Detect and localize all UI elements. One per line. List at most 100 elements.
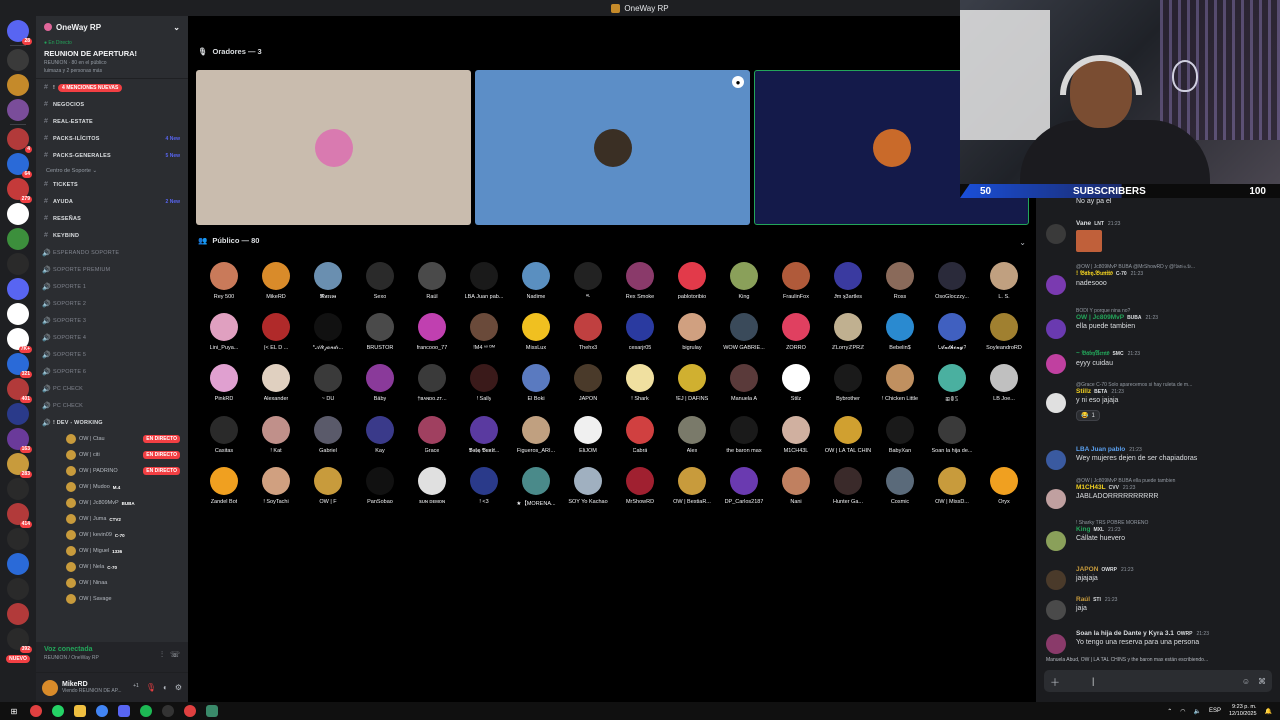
- audience-member[interactable]: OW | F: [302, 467, 354, 507]
- avatar[interactable]: [1046, 489, 1066, 509]
- chrome-icon[interactable]: [96, 705, 108, 717]
- audience-member[interactable]: †ʙᴀɴᴅᴏ.ᴢᴛ...: [406, 364, 458, 404]
- server-icon-5[interactable]: 64: [7, 153, 32, 178]
- noise-suppression-icon[interactable]: ⫶: [161, 650, 163, 660]
- add-attachment-icon[interactable]: ＋: [1050, 674, 1060, 689]
- discord-icon[interactable]: [118, 705, 130, 717]
- audience-member[interactable]: Rex Smoke: [614, 262, 666, 301]
- audience-member[interactable]: BabyXan: [874, 416, 926, 455]
- audience-member[interactable]: King: [718, 262, 770, 301]
- audience-member[interactable]: !𝓐𝓷𝓽𝓱𝓸𝓷𝔂?: [926, 313, 978, 352]
- channel-item[interactable]: # PACKS-GENERALES 5 New: [36, 147, 188, 164]
- notifications-icon[interactable]: 🔔: [1265, 708, 1272, 715]
- tray-expand-icon[interactable]: ⌃: [1167, 708, 1172, 715]
- audience-member[interactable]: !M4 ⁿᵒ ᴰᴹ: [458, 313, 510, 352]
- headset-icon[interactable]: ◐: [163, 683, 168, 692]
- avatar[interactable]: [1046, 319, 1066, 339]
- voice-user[interactable]: OW | Nela C-70: [36, 559, 188, 575]
- audience-member[interactable]: OW | LA TAL CHIN: [822, 416, 874, 455]
- audience-member[interactable]: Oryx: [978, 467, 1030, 507]
- avatar[interactable]: [1046, 570, 1066, 590]
- server-icon-6[interactable]: 279: [7, 178, 32, 203]
- message-author[interactable]: ~ 𝔅𝔞𝔟𝔶𝔄𝔢𝔪𝔬: [1076, 350, 1109, 357]
- voice-user[interactable]: OW | Mudoo M.4: [36, 479, 188, 495]
- voice-user[interactable]: OW | citi EN DIRECTO: [36, 447, 188, 463]
- audience-member[interactable]: LBA Juan pab...: [458, 262, 510, 301]
- server-icon-18[interactable]: [7, 478, 29, 500]
- reaction[interactable]: 😂 1: [1076, 410, 1100, 421]
- avatar[interactable]: [1046, 393, 1066, 413]
- spotify-icon[interactable]: [140, 705, 152, 717]
- server-icon-1[interactable]: [7, 49, 29, 71]
- message-author[interactable]: M1CH43L: [1076, 484, 1106, 491]
- audience-member[interactable]: Soan la hija de...: [926, 416, 978, 455]
- server-icon-12[interactable]: 7K+: [7, 328, 32, 353]
- audience-member[interactable]: MissLux: [510, 313, 562, 352]
- audience-member[interactable]: SoyleandroRD: [978, 313, 1030, 352]
- audience-member[interactable]: !EJ | DAFINS: [666, 364, 718, 404]
- audience-member[interactable]: El Boki: [510, 364, 562, 404]
- channel-item[interactable]: 🔊 PC CHECK: [36, 397, 188, 414]
- server-icon-21[interactable]: [7, 553, 29, 575]
- audience-member[interactable]: EliJOM: [562, 416, 614, 455]
- audience-member[interactable]: MrShowRD: [614, 467, 666, 507]
- server-icon-15[interactable]: [7, 403, 29, 425]
- audience-member[interactable]: Manuela A: [718, 364, 770, 404]
- server-icon-11[interactable]: [7, 303, 29, 325]
- channel-item[interactable]: # REAL-ESTATE: [36, 113, 188, 130]
- app-icon-2[interactable]: [184, 705, 196, 717]
- audience-member[interactable]: francooo_77: [406, 313, 458, 352]
- audience-member[interactable]: FraulinFox: [770, 262, 822, 301]
- message-author[interactable]: Vane: [1076, 220, 1091, 227]
- gear-icon[interactable]: ⚙: [175, 683, 182, 692]
- avatar[interactable]: [42, 679, 58, 696]
- channel-item[interactable]: 🔊 SOPORTE 3: [36, 312, 188, 329]
- channel-item[interactable]: #! 4 MENCIONES NUEVAS: [36, 79, 188, 96]
- chevron-down-icon[interactable]: ⌄: [1019, 238, 1026, 247]
- message-author[interactable]: Raúl: [1076, 596, 1090, 603]
- audience-member[interactable]: Ross: [874, 262, 926, 301]
- audience-member[interactable]: Cabrá: [614, 416, 666, 455]
- speaker-tile[interactable]: ●: [475, 70, 750, 225]
- disconnect-icon[interactable]: ☏: [170, 650, 180, 660]
- channel-item[interactable]: 🔊 SOPORTE 6: [36, 363, 188, 380]
- message-author[interactable]: ! 𝔅𝔞𝔟𝔶.𝔅𝔲𝔫𝔦𝔱𝔬: [1076, 270, 1113, 277]
- server-icon-16[interactable]: 163: [7, 428, 32, 453]
- controller-icon[interactable]: ⌘: [1258, 677, 1266, 686]
- audience-member[interactable]: 𝕸𝖆𝖗𝖈𝖔𝖘: [302, 262, 354, 301]
- voice-user[interactable]: OW | Jc809MvP BUBA: [36, 495, 188, 511]
- audience-member[interactable]: PinkRD: [198, 364, 250, 404]
- keyboard-lang[interactable]: ESP: [1209, 708, 1221, 714]
- message-author[interactable]: LBA Juan pablo: [1076, 446, 1125, 453]
- audience-member[interactable]: ! <3: [458, 467, 510, 507]
- whatsapp-icon[interactable]: [52, 705, 64, 717]
- mentions-badge[interactable]: 4 MENCIONES NUEVAS: [58, 83, 123, 92]
- server-icon-4[interactable]: 4: [7, 128, 32, 153]
- channel-item[interactable]: # KEYBIND: [36, 227, 188, 244]
- voice-user[interactable]: OW | Juma CTV2: [36, 511, 188, 527]
- server-icon-23[interactable]: [7, 603, 29, 625]
- channel-item[interactable]: 🔊 PC CHECK: [36, 380, 188, 397]
- volume-icon[interactable]: 🔈: [1193, 708, 1200, 715]
- audience-member[interactable]: 𝕭𝖆𝖇𝖞 𝕭𝖚𝖓𝖎𝖙...: [458, 416, 510, 455]
- audience-member[interactable]: OsoGloczzy...: [926, 262, 978, 301]
- audience-member[interactable]: Cosmic: [874, 467, 926, 507]
- channel-item[interactable]: 🔊! DEV - WORKING: [36, 414, 188, 431]
- audience-member[interactable]: Grace: [406, 416, 458, 455]
- channel-item[interactable]: # AYUDA 2 New: [36, 193, 188, 210]
- channel-item[interactable]: 🔊 SOPORTE PREMIUM: [36, 261, 188, 278]
- voice-user[interactable]: OW | kevin09 C-70: [36, 527, 188, 543]
- audience-member[interactable]: Alex: [666, 416, 718, 455]
- audience-member[interactable]: ℤLorryℤPRℤ: [822, 313, 874, 352]
- audience-member[interactable]: ! Shark: [614, 364, 666, 404]
- audience-member[interactable]: Ɉm ʞ3artles: [822, 262, 874, 301]
- audience-member[interactable]: LB Joe...: [978, 364, 1030, 404]
- audience-member[interactable]: WOW GABRIE...: [718, 313, 770, 352]
- chevron-down-icon[interactable]: ⌄: [173, 23, 180, 32]
- category-support[interactable]: Centro de Soporte ⌄: [36, 164, 188, 176]
- server-icon-13[interactable]: 321: [7, 353, 32, 378]
- message-image[interactable]: [1076, 230, 1102, 252]
- audience-member[interactable]: cesarjr05: [614, 313, 666, 352]
- avatar[interactable]: [1046, 224, 1066, 244]
- audience-member[interactable]: Kay: [354, 416, 406, 455]
